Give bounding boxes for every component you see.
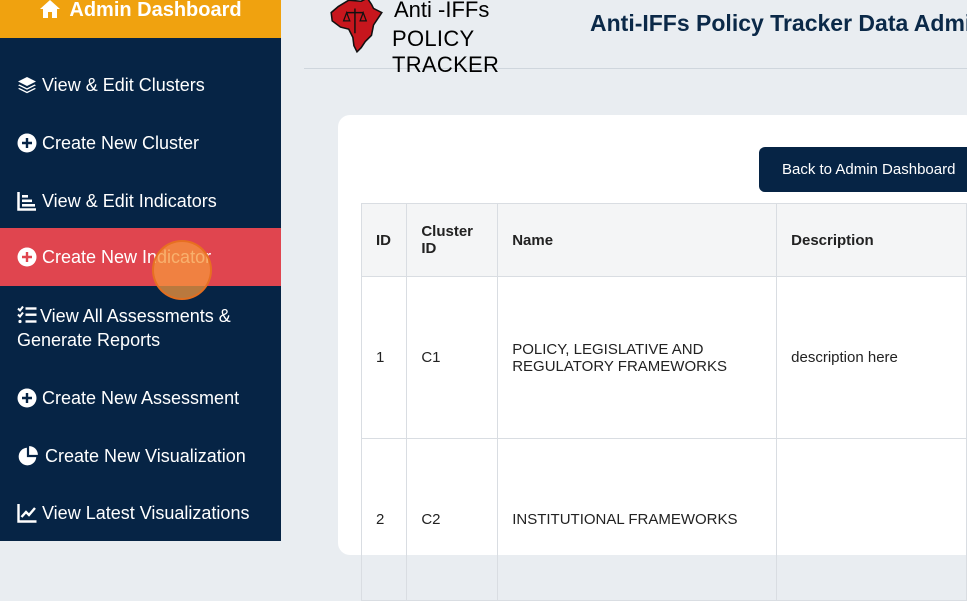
sidebar-item-view-assessments[interactable]: View All Assessments & Generate Reports <box>0 304 281 356</box>
cell-description <box>776 438 967 601</box>
sidebar-item-label: View & Edit Clusters <box>42 74 205 95</box>
clusters-table: ID Cluster ID Name Description 1 C1 POLI… <box>360 203 967 601</box>
line-chart-icon <box>17 504 37 523</box>
column-header-name[interactable]: Name <box>497 203 778 277</box>
back-to-dashboard-button[interactable]: Back to Admin Dashboard <box>759 147 967 192</box>
logo-text-top: Anti -IFFs <box>394 0 490 22</box>
sidebar-item-label: View Latest Visualizations <box>42 502 250 523</box>
sidebar-item-label: View & Edit Indicators <box>42 190 217 211</box>
table-header-row: ID Cluster ID Name Description <box>360 203 967 277</box>
sidebar-item-label: Create New Visualization <box>45 445 246 466</box>
cell-cluster-id: C2 <box>406 438 499 601</box>
cell-id: 2 <box>360 438 408 601</box>
chart-list-icon <box>17 192 36 211</box>
cell-name: INSTITUTIONAL FRAMEWORKS <box>497 438 778 601</box>
sidebar-item-label: Create New Cluster <box>42 132 200 153</box>
logo-text-bottom: POLICY TRACKER <box>392 26 500 77</box>
sidebar-item-create-assessment[interactable]: Create New Assessment <box>0 378 281 418</box>
plus-circle-icon <box>17 388 37 408</box>
sidebar-item-view-edit-indicators[interactable]: View & Edit Indicators <box>0 181 281 221</box>
sidebar-header[interactable]: Admin Dashboard <box>0 0 281 38</box>
cell-description: description here <box>776 276 967 439</box>
layers-icon <box>18 77 36 94</box>
pie-chart-icon <box>18 446 38 466</box>
sidebar-header-label: Admin Dashboard <box>69 0 242 21</box>
column-header-description[interactable]: Description <box>776 203 967 277</box>
page-title: Anti-IFFs Policy Tracker Data Admin <box>590 10 967 36</box>
table-row[interactable]: 1 C1 POLICY, LEGISLATIVE AND REGULATORY … <box>360 276 967 439</box>
sidebar-item-label: Create New Assessment <box>42 387 240 408</box>
plus-circle-icon <box>17 247 37 267</box>
top-header: Anti -IFFs POLICY TRACKER Anti-IFFs Poli… <box>304 0 967 77</box>
column-header-id[interactable]: ID <box>360 203 408 277</box>
table-row[interactable]: 2 C2 INSTITUTIONAL FRAMEWORKS <box>360 438 967 601</box>
plus-circle-icon <box>17 133 37 153</box>
africa-map-icon <box>330 0 383 54</box>
sidebar-item-text: View All Assessments & Generate Reports <box>17 306 231 350</box>
checklist-icon <box>17 305 37 324</box>
cell-name: POLICY, LEGISLATIVE AND REGULATORY FRAME… <box>497 276 778 439</box>
cell-cluster-id: C1 <box>406 276 499 439</box>
sidebar: Admin Dashboard View & Edit Clusters Cre… <box>0 0 281 541</box>
sidebar-item-label: View All Assessments & Generate Reports <box>17 304 257 352</box>
sidebar-item-create-cluster[interactable]: Create New Cluster <box>0 123 281 163</box>
column-header-cluster-id[interactable]: Cluster ID <box>406 203 499 277</box>
sidebar-item-label: Create New Indicator <box>42 246 212 267</box>
cell-id: 1 <box>360 276 408 439</box>
sidebar-item-create-visualization[interactable]: Create New Visualization <box>0 436 281 476</box>
sidebar-item-view-edit-clusters[interactable]: View & Edit Clusters <box>0 65 281 105</box>
home-icon <box>40 0 61 18</box>
app-logo[interactable]: Anti -IFFs POLICY TRACKER <box>326 0 566 77</box>
sidebar-item-view-visualizations[interactable]: View Latest Visualizations <box>0 493 281 533</box>
sidebar-item-create-indicator[interactable]: Create New Indicator <box>0 228 281 286</box>
